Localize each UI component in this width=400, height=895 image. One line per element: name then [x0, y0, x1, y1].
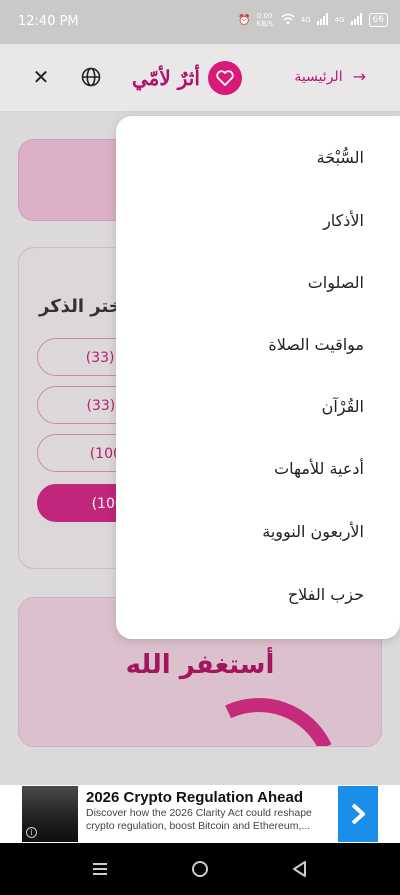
- menu-item-hizb-al-falah[interactable]: حزب الفلاح: [288, 585, 364, 604]
- chevron-right-icon: [351, 803, 365, 825]
- signal-2-label: 4G: [334, 16, 345, 24]
- info-icon[interactable]: i: [26, 827, 37, 838]
- ad-banner[interactable]: i 2026 Crypto Regulation Ahead Discover …: [0, 785, 400, 843]
- app-logo[interactable]: أثرٌ لأمّي: [132, 60, 242, 96]
- status-bar: 12:40 PM ⏰ 0.00 KB/S 4G 4G 66: [0, 0, 400, 44]
- menu-item-mothers-duas[interactable]: أدعية للأمهات: [274, 459, 364, 478]
- home-link[interactable]: الرئيسية →: [294, 67, 366, 86]
- ad-open-button[interactable]: [338, 786, 378, 842]
- home-label: الرئيسية: [294, 68, 343, 85]
- menu-item-prayer-times[interactable]: مواقيت الصلاة: [268, 335, 364, 354]
- menu-item-prayers[interactable]: الصلوات: [308, 273, 364, 292]
- menu-item-quran[interactable]: القُرْآن: [322, 397, 364, 416]
- menu-item-adhkar[interactable]: الأذكار: [323, 211, 364, 230]
- wifi-icon: [281, 13, 295, 28]
- menu-item-forty-nawawi[interactable]: الأربعون النووية: [262, 522, 364, 541]
- status-time: 12:40 PM: [18, 14, 79, 29]
- close-icon[interactable]: ✕: [30, 66, 52, 88]
- signal-2-icon: [350, 12, 363, 28]
- app-name: أثرٌ لأمّي: [132, 66, 200, 90]
- globe-icon[interactable]: [80, 66, 102, 88]
- signal-1-label: 4G: [300, 16, 311, 24]
- app-header: ✕ أثرٌ لأمّي الرئيسية →: [0, 44, 400, 112]
- nav-dropdown-menu: السُّبْحَة الأذكار الصلوات مواقيت الصلاة…: [116, 116, 400, 639]
- progress-ring: [156, 675, 362, 746]
- home-icon[interactable]: [189, 858, 211, 880]
- battery-icon: 66: [368, 13, 388, 27]
- system-nav-bar: [0, 843, 400, 895]
- back-icon[interactable]: [289, 858, 311, 880]
- heart-icon: [207, 61, 242, 95]
- signal-1-icon: [316, 12, 329, 28]
- ad-image: i: [22, 786, 78, 842]
- data-speed: 0.00 KB/S: [256, 12, 273, 28]
- arrow-right-icon: →: [352, 67, 366, 86]
- alarm-icon: ⏰: [238, 14, 251, 26]
- status-icons: ⏰ 0.00 KB/S 4G 4G 66: [238, 12, 388, 28]
- current-dhikr-text: أستغفر الله: [125, 650, 275, 680]
- menu-item-tasbih[interactable]: السُّبْحَة: [317, 148, 364, 167]
- ad-title: 2026 Crypto Regulation Ahead: [86, 789, 303, 806]
- choose-dhikr-heading: اختر الذكر: [39, 296, 128, 317]
- ad-description: Discover how the 2026 Clarity Act could …: [86, 807, 312, 832]
- recent-apps-icon[interactable]: [89, 858, 111, 880]
